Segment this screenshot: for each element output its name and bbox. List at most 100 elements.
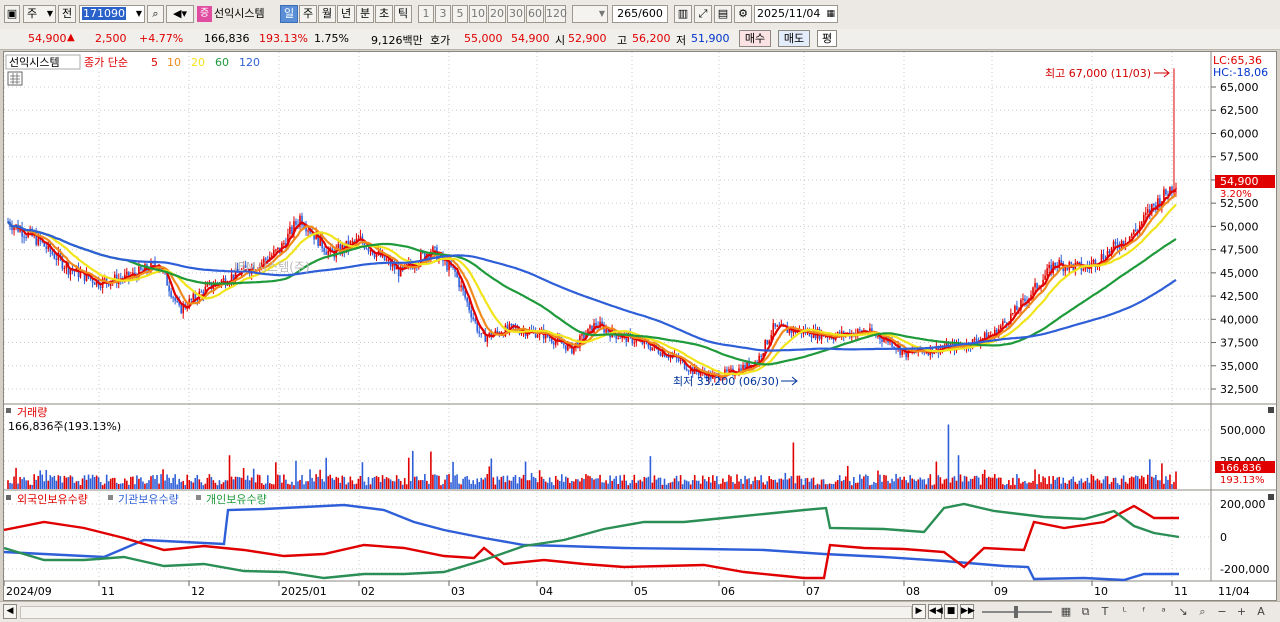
interval-button-3[interactable]: 3 <box>435 5 451 23</box>
chart-area[interactable]: 65,00062,50060,00057,50055,00052,50050,0… <box>3 51 1277 601</box>
volume-bar <box>655 479 658 489</box>
line-tool-icon[interactable]: ⤢ <box>694 5 712 23</box>
buy-button[interactable]: 매수 <box>739 30 771 47</box>
candle-body <box>480 333 483 335</box>
volume-bar <box>418 480 420 489</box>
candle-body <box>93 282 96 285</box>
volume-bar <box>43 481 46 489</box>
text-icon[interactable]: T <box>1097 605 1113 619</box>
volume-bar <box>1056 477 1058 489</box>
tool-a-icon[interactable]: ᴸ <box>1117 605 1133 619</box>
stock-chart[interactable]: 65,00062,50060,00057,50055,00052,50050,0… <box>3 52 1276 600</box>
volume-bar <box>601 482 603 489</box>
interval-button-20[interactable]: 20 <box>488 5 506 23</box>
candle-body <box>325 251 327 255</box>
volume-bar <box>1114 477 1117 489</box>
scroll-track[interactable] <box>20 606 912 619</box>
volume-bar <box>780 478 783 489</box>
volume-bar <box>426 480 428 489</box>
minus-icon[interactable]: − <box>1214 605 1230 619</box>
rewind-icon[interactable]: ◀◀ <box>928 604 943 619</box>
zoom-icon[interactable]: ⌕ <box>1195 605 1211 619</box>
moving-average-lines <box>7 189 1177 378</box>
candle-body <box>472 317 474 319</box>
tool-d-icon[interactable]: ↘ <box>1175 605 1191 619</box>
volume-bar <box>516 483 519 489</box>
volume-bar <box>595 478 597 489</box>
copy-icon[interactable]: ⧉ <box>1078 605 1094 619</box>
window-menu-icon[interactable]: ▣ <box>4 5 20 23</box>
panel-menu-icon[interactable] <box>6 408 11 413</box>
volume-bar <box>905 480 907 489</box>
volume-bar <box>256 474 259 489</box>
candle-body <box>810 336 813 338</box>
volume-bar <box>399 480 402 489</box>
candle-body <box>1092 259 1095 263</box>
grid-icon[interactable]: ▦ <box>1058 605 1074 619</box>
volume-bar <box>1124 481 1127 489</box>
tab-period-5[interactable]: 초 <box>375 5 393 23</box>
scroll-left-icon[interactable]: ◀ <box>3 604 17 619</box>
volume-bar <box>7 480 9 489</box>
zoom-slider-handle[interactable] <box>1014 606 1018 618</box>
period-unit-select[interactable]: 주 ▼ <box>23 5 56 23</box>
interval-button-1[interactable]: 1 <box>418 5 434 23</box>
volume-bar <box>935 461 938 489</box>
volume-bar <box>637 480 640 489</box>
tool-c-icon[interactable]: ᵃ <box>1156 605 1172 619</box>
indicator-icon[interactable]: ▤ <box>714 5 732 23</box>
interval-button-10[interactable]: 10 <box>469 5 487 23</box>
date-input[interactable]: 2025/11/04 ▦ <box>754 5 838 23</box>
volume-bar <box>750 484 752 489</box>
calendar-icon[interactable] <box>7 71 23 86</box>
evaluate-button[interactable]: 평 <box>817 30 837 47</box>
candle-body <box>432 246 434 252</box>
panel-menu-icon[interactable] <box>6 495 11 500</box>
stop-icon[interactable]: ■ <box>944 604 958 619</box>
candle-body <box>651 347 654 351</box>
panel-close-icon[interactable] <box>1268 494 1274 500</box>
tab-period-1[interactable]: 주 <box>299 5 317 23</box>
prev-button[interactable]: 전 <box>58 5 76 23</box>
tab-period-4[interactable]: 분 <box>356 5 374 23</box>
speaker-icon[interactable]: ◀▾ <box>166 5 194 23</box>
panel-close-icon[interactable] <box>1268 407 1274 413</box>
stock-code-input[interactable]: 171090 ▼ <box>79 5 145 23</box>
volume-bar <box>1140 475 1143 489</box>
plus-icon[interactable]: + <box>1234 605 1250 619</box>
candle-type-icon[interactable]: ▥ <box>674 5 692 23</box>
volume-bar <box>305 481 307 489</box>
volume-bar <box>41 474 44 489</box>
scroll-right-icon[interactable]: ▶ <box>912 604 926 619</box>
candle-body <box>180 304 182 314</box>
candle-body <box>667 356 670 358</box>
tool-b-icon[interactable]: ᶠ <box>1136 605 1152 619</box>
play-icon[interactable]: ▶▶ <box>960 604 975 619</box>
count-input[interactable]: 265/600 <box>612 5 668 23</box>
search-icon[interactable]: ⌕ <box>147 5 164 23</box>
interval-button-30[interactable]: 30 <box>507 5 525 23</box>
volume-bar <box>528 480 531 489</box>
tab-period-0[interactable]: 일 <box>280 5 298 23</box>
tab-period-2[interactable]: 월 <box>318 5 336 23</box>
volume-bar <box>635 482 638 489</box>
interval-button-60[interactable]: 60 <box>526 5 544 23</box>
open-label: 시 <box>555 34 566 47</box>
interval-button-5[interactable]: 5 <box>452 5 468 23</box>
volume-bar <box>210 477 213 489</box>
volume-bar <box>710 482 712 489</box>
sell-button[interactable]: 매도 <box>778 30 810 47</box>
volume-bar <box>136 475 138 489</box>
volume-bar <box>1028 482 1030 489</box>
tab-period-3[interactable]: 년 <box>337 5 355 23</box>
font-icon[interactable]: A <box>1253 605 1269 619</box>
tab-period-6[interactable]: 틱 <box>394 5 412 23</box>
interval-button-120[interactable]: 120 <box>545 5 567 23</box>
volume-bar <box>891 478 893 489</box>
gear-icon[interactable]: ⚙ <box>734 5 752 23</box>
volume-bar <box>311 477 313 489</box>
interval-select[interactable]: ▼ <box>572 5 608 23</box>
volume-bar <box>454 475 456 489</box>
volume-bar <box>448 474 450 489</box>
volume-bar <box>762 482 764 489</box>
